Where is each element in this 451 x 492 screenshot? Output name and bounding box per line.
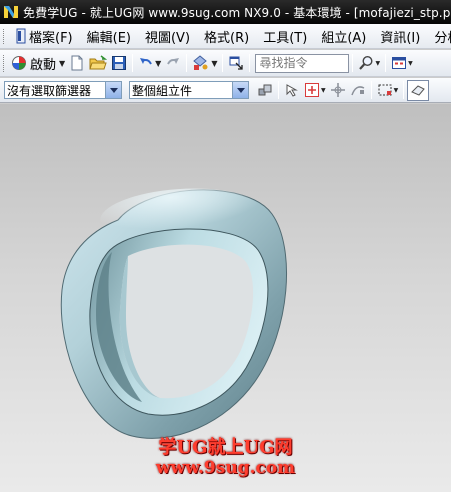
chevron-down-icon: ▼ xyxy=(211,58,218,68)
title-bar[interactable]: 免費学UG - 就上UG网 www.9sug.com NX9.0 - 基本環境 … xyxy=(0,0,451,24)
window-arrow-icon xyxy=(229,56,244,70)
toolbar-separator xyxy=(352,54,354,72)
type-filter-dropdown[interactable]: 沒有選取篩選器 xyxy=(4,81,122,99)
rectangle-select-button[interactable]: ▼ xyxy=(375,80,401,101)
menu-file[interactable]: 檔案(F) xyxy=(10,27,81,46)
toolbar-grip[interactable] xyxy=(3,28,7,44)
toolbar-separator xyxy=(186,54,188,72)
open-folder-icon xyxy=(89,55,108,70)
chevron-down-icon: ▼ xyxy=(393,86,399,94)
curve-point-button[interactable] xyxy=(348,80,368,101)
point-on-face-button[interactable]: ▼ xyxy=(302,80,328,101)
layout-grid-icon xyxy=(392,57,407,69)
toolbar-separator xyxy=(132,54,134,72)
menu-analysis[interactable]: 分析(L xyxy=(428,27,451,46)
menu-view[interactable]: 視圖(V) xyxy=(139,27,198,46)
menu-assemblies[interactable]: 組立(A) xyxy=(315,27,374,46)
chevron-down-icon: ▼ xyxy=(155,58,162,68)
toolbar-separator xyxy=(222,54,224,72)
toolbar-separator xyxy=(385,54,387,72)
layout-button[interactable]: ▼ xyxy=(389,53,415,74)
chevron-down-icon[interactable] xyxy=(232,82,248,98)
chevron-down-icon: ▼ xyxy=(408,59,413,67)
assembly-icon xyxy=(258,84,272,96)
eraser-button[interactable] xyxy=(407,79,430,101)
menu-edit[interactable]: 編輯(E) xyxy=(81,27,139,46)
undo-icon xyxy=(140,58,153,65)
selection-tool-icon xyxy=(193,55,208,70)
snap-point-button[interactable] xyxy=(282,80,302,101)
assembly-filter-button[interactable] xyxy=(255,80,275,101)
chevron-down-icon: ▼ xyxy=(375,59,381,67)
toolbar-grip[interactable] xyxy=(3,54,7,72)
open-file-button[interactable] xyxy=(87,53,109,74)
start-icon xyxy=(12,56,26,70)
command-finder-input[interactable] xyxy=(255,53,350,73)
save-icon xyxy=(112,56,127,70)
window-switch-button[interactable] xyxy=(226,53,246,74)
start-button[interactable]: 啟動 ▼ xyxy=(9,53,67,74)
selection-scope-dropdown[interactable]: 整個組立件 xyxy=(129,81,249,99)
new-file-button[interactable] xyxy=(67,53,87,74)
document-menu-icon xyxy=(16,28,26,44)
watermark-line-1: 学UG就上UG网 xyxy=(158,437,293,458)
toolbar-separator xyxy=(249,54,251,72)
toolbar-separator xyxy=(370,81,372,99)
magnifier-icon xyxy=(359,55,373,70)
find-command-button[interactable]: ▼ xyxy=(356,53,382,74)
nx-logo-icon xyxy=(4,6,18,18)
redo-button[interactable] xyxy=(163,53,183,74)
redo-icon xyxy=(167,58,180,65)
curve-point-icon xyxy=(350,86,364,96)
graphics-viewport[interactable]: 学UG就上UG网 www.9sug.com xyxy=(0,104,451,492)
menu-information[interactable]: 資訊(I) xyxy=(374,27,428,46)
undo-button[interactable]: ▼ xyxy=(136,53,163,74)
standard-toolbar: 啟動 ▼ ▼ ▼ 尋找指令 ▼ ▼ xyxy=(0,50,451,77)
snap-arrow-icon xyxy=(286,84,298,97)
eraser-icon xyxy=(411,85,426,96)
menu-tools[interactable]: 工具(T) xyxy=(257,27,315,46)
menu-bar: 檔案(F) 編輯(E) 視圖(V) 格式(R) 工具(T) 組立(A) 資訊(I… xyxy=(0,24,451,49)
new-file-icon xyxy=(71,55,83,71)
point-box-icon xyxy=(305,83,319,97)
watermark-line-2: www.9sug.com xyxy=(155,458,296,478)
chevron-down-icon: ▼ xyxy=(321,86,326,94)
menu-format[interactable]: 格式(R) xyxy=(198,27,257,46)
chevron-down-icon[interactable] xyxy=(105,82,121,98)
crosshair-icon xyxy=(330,83,345,97)
toolbar-separator xyxy=(403,81,405,99)
chevron-down-icon: ▼ xyxy=(59,58,66,68)
rectangle-select-icon xyxy=(378,84,392,96)
window-title: 免費学UG - 就上UG网 www.9sug.com NX9.0 - 基本環境 … xyxy=(23,5,451,20)
intersection-point-button[interactable] xyxy=(328,80,348,101)
save-button[interactable] xyxy=(109,53,129,74)
selection-tool-button[interactable]: ▼ xyxy=(190,53,219,74)
toolbar-separator xyxy=(278,81,279,99)
selection-toolbar: 沒有選取篩選器 整個組立件 ▼ ▼ xyxy=(0,78,451,103)
